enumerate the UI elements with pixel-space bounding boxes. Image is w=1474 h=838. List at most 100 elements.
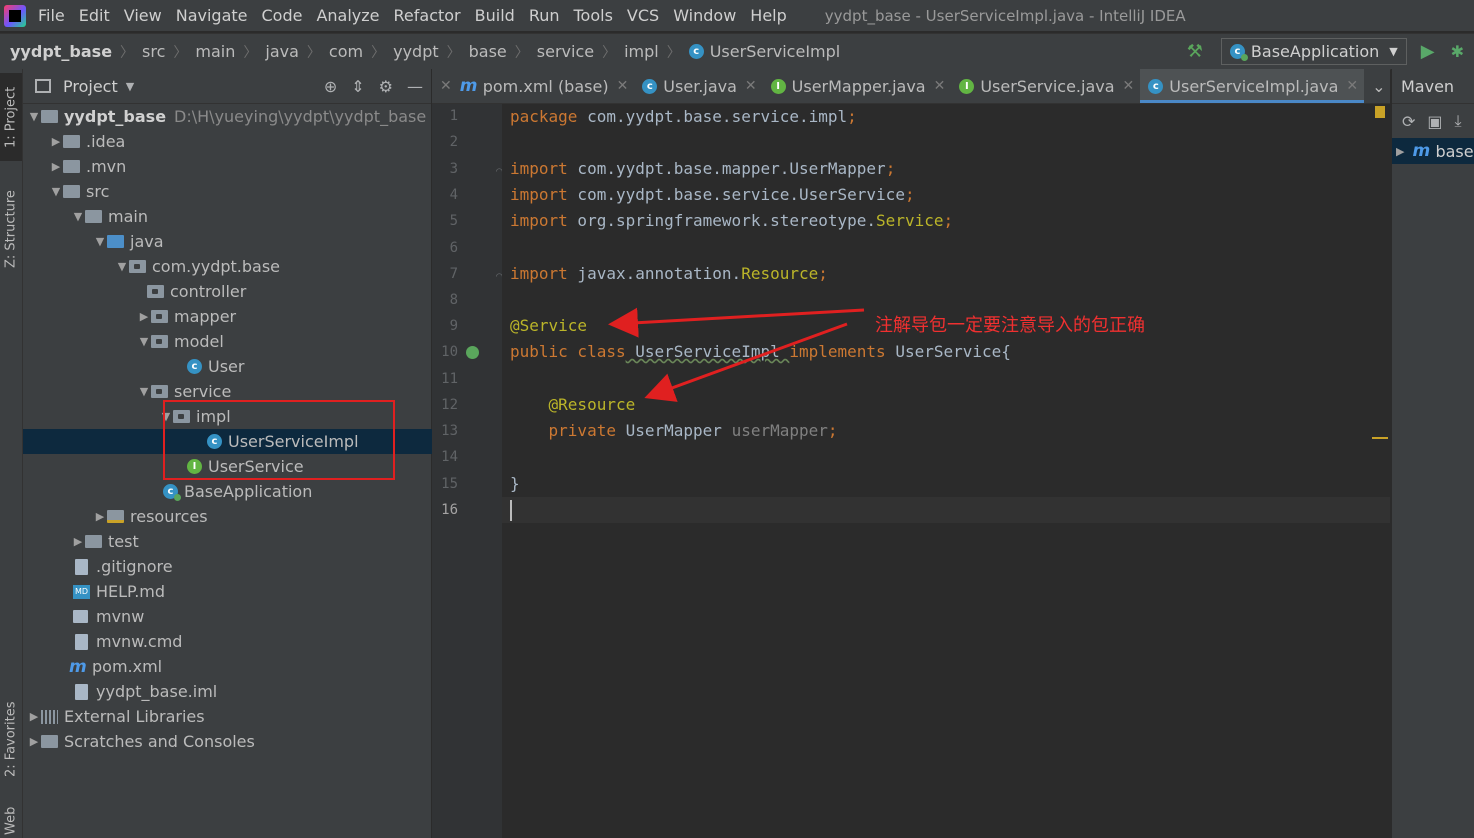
tree-item-help[interactable]: MD HELP.md	[23, 579, 481, 604]
menu-vcs[interactable]: VCS	[627, 6, 659, 25]
tree-item-mvnw-cmd[interactable]: mvnw.cmd	[23, 629, 483, 654]
tree-root[interactable]: ▼ yydpt_base D:\H\yueying\yydpt\yydpt_ba…	[23, 104, 435, 129]
close-icon[interactable]: ✕	[745, 78, 757, 94]
tree-item-gitignore[interactable]: .gitignore	[23, 554, 483, 579]
menu-analyze[interactable]: Analyze	[316, 6, 379, 25]
tab-favorites-tool[interactable]: 2: Favorites	[0, 689, 22, 789]
tree-item-idea[interactable]: ▶ .idea	[23, 129, 457, 154]
class-icon: c	[642, 78, 658, 94]
tree-item-test[interactable]: ▶ test	[23, 529, 479, 554]
breadcrumb-service[interactable]: service	[537, 42, 594, 61]
code-line-1: package com.yydpt.base.service.impl;	[510, 104, 857, 130]
tree-item-java[interactable]: ▼ java	[23, 229, 501, 254]
warning-line-marker[interactable]	[1372, 437, 1388, 439]
tree-item-pom[interactable]: m pom.xml	[23, 654, 477, 679]
tree-item-main[interactable]: ▼ main	[23, 204, 479, 229]
breadcrumb-com[interactable]: com	[329, 42, 363, 61]
tree-item-src[interactable]: ▼ src	[23, 179, 457, 204]
maven-panel-title[interactable]: Maven	[1392, 69, 1474, 104]
tree-item-resources[interactable]: ▶ resources	[23, 504, 501, 529]
tab-structure-tool[interactable]: Z: Structure	[0, 179, 22, 279]
close-icon[interactable]: ✕	[1123, 78, 1135, 94]
tree-item-mvn[interactable]: ▶ .mvn	[23, 154, 457, 179]
tab-usermapper-java[interactable]: I UserMapper.java ✕	[763, 69, 952, 103]
download-icon[interactable]: ⤓	[1455, 111, 1462, 131]
run-toolbar: ⚒ c BaseApplication ▼ ▶ ✱	[1187, 34, 1474, 69]
tree-item-external-libraries[interactable]: ▶ External Libraries	[23, 704, 435, 729]
menu-build[interactable]: Build	[475, 6, 515, 25]
menu-edit[interactable]: Edit	[79, 6, 110, 25]
code-editor[interactable]: package com.yydpt.base.service.impl; imp…	[502, 104, 1390, 838]
breadcrumb-project[interactable]: yydpt_base	[10, 42, 112, 61]
project-panel: Project ▼ ⊕ ⇕ ⚙ — ▼ yydpt_base D:\H\yuey…	[23, 69, 615, 838]
tab-userserviceimpl-java[interactable]: c UserServiceImpl.java ✕	[1140, 69, 1365, 103]
menu-tools[interactable]: Tools	[574, 6, 613, 25]
scratches-icon	[41, 735, 58, 748]
menu-refactor[interactable]: Refactor	[394, 6, 461, 25]
breadcrumb-src[interactable]: src	[142, 42, 165, 61]
tree-item-label: service	[174, 382, 232, 401]
breadcrumb-separator: 〉	[120, 44, 135, 61]
chevron-down-icon[interactable]: ▼	[126, 80, 134, 93]
locate-target-icon[interactable]: ⊕	[324, 77, 337, 96]
breadcrumb-base[interactable]: base	[469, 42, 507, 61]
collapsed-arrow-icon: ▶	[51, 160, 61, 173]
breadcrumb-main[interactable]: main	[195, 42, 235, 61]
code-line-10: public class UserServiceImpl implements …	[510, 339, 1011, 365]
warning-marker-icon[interactable]	[1375, 106, 1385, 118]
project-panel-title[interactable]: Project	[63, 77, 118, 96]
code-token: userMapper	[731, 421, 828, 440]
package-icon	[151, 310, 168, 323]
menu-help[interactable]: Help	[750, 6, 786, 25]
tree-item-mvnw[interactable]: mvnw	[23, 604, 481, 629]
line-number: 7	[449, 266, 458, 282]
menu-run[interactable]: Run	[529, 6, 560, 25]
tree-item-scratches[interactable]: ▶ Scratches and Consoles	[23, 729, 435, 754]
run-config-dropdown[interactable]: c BaseApplication ▼	[1220, 38, 1407, 65]
menu-navigate[interactable]: Navigate	[176, 6, 248, 25]
breadcrumb-current[interactable]: c UserServiceImpl	[688, 42, 840, 61]
close-icon[interactable]: ✕	[934, 78, 946, 94]
line-number: 8	[449, 292, 458, 308]
close-icon[interactable]: ✕	[617, 78, 629, 94]
menu-code[interactable]: Code	[262, 6, 303, 25]
breadcrumb-impl[interactable]: impl	[624, 42, 659, 61]
folder-icon	[63, 185, 80, 198]
interface-icon: I	[187, 459, 202, 474]
line-number: 16	[441, 502, 458, 518]
expanded-arrow-icon: ▼	[117, 260, 127, 273]
tab-user-java[interactable]: c User.java ✕	[634, 69, 762, 103]
code-token: UserMapper	[615, 421, 732, 440]
code-token: UserService{	[885, 342, 1011, 361]
run-icon[interactable]: ▶	[1421, 41, 1435, 62]
project-panel-header: Project ▼ ⊕ ⇕ ⚙ —	[23, 69, 431, 104]
tree-item-label: pom.xml	[92, 657, 163, 676]
maven-project-row[interactable]: ▶ m base	[1392, 138, 1474, 164]
breadcrumb-java[interactable]: java	[265, 42, 299, 61]
close-icon[interactable]: ✕	[1346, 78, 1358, 94]
close-icon[interactable]: ✕	[440, 78, 452, 94]
gear-icon[interactable]: ⚙	[379, 77, 393, 96]
breadcrumb-yydpt[interactable]: yydpt	[393, 42, 439, 61]
collapse-all-icon[interactable]: ⇕	[351, 77, 364, 96]
menu-file[interactable]: File	[38, 6, 65, 25]
tree-item-label: com.yydpt.base	[152, 257, 281, 276]
tab-userservice-java[interactable]: I UserService.java ✕	[951, 69, 1140, 103]
spring-bean-icon[interactable]	[466, 346, 479, 359]
add-folder-icon[interactable]: ▣	[1427, 112, 1442, 131]
code-line-5: import org.springframework.stereotype.Se…	[510, 208, 953, 234]
tab-project-tool[interactable]: 1: Project	[0, 73, 22, 161]
debug-bug-icon[interactable]: ✱	[1451, 42, 1464, 61]
tree-item-iml[interactable]: yydpt_base.iml	[23, 679, 483, 704]
refresh-icon[interactable]: ⟳	[1402, 112, 1415, 131]
chevron-down-icon[interactable]: ⌄	[1372, 77, 1385, 96]
minimize-icon[interactable]: —	[407, 77, 423, 96]
menu-window[interactable]: Window	[673, 6, 736, 25]
tab-pom-xml[interactable]: m pom.xml (base) ✕	[452, 69, 635, 103]
tab-web-tool[interactable]: Web	[0, 804, 22, 838]
line-number: 15	[441, 476, 458, 492]
tree-item-label: src	[86, 182, 110, 201]
code-token: import	[510, 264, 568, 283]
build-hammer-icon[interactable]: ⚒	[1187, 41, 1203, 62]
menu-view[interactable]: View	[124, 6, 162, 25]
